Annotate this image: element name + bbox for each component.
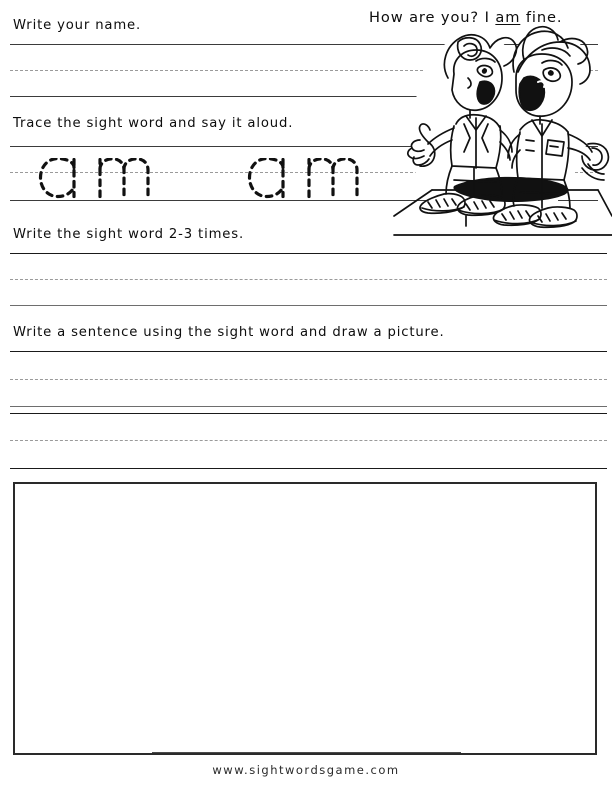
instruction-trace-sight-word: Trace the sight word and say it aloud. (13, 116, 294, 131)
header-sentence-prefix: How are you? I (369, 9, 496, 26)
header-sight-word: am (495, 9, 521, 26)
name-line-bottom (10, 96, 598, 97)
name-line-mid (10, 70, 598, 71)
worksheet-page: How are you? I am fine. Write your name.… (0, 0, 612, 792)
trace-word-am-2 (247, 158, 367, 204)
footer-divider (152, 752, 461, 753)
header-sentence-suffix: fine. (520, 9, 563, 26)
sentence-g1-line-bottom (10, 406, 607, 407)
header-example-sentence: How are you? I am fine. (369, 9, 562, 26)
practice-line-top (10, 253, 607, 254)
instruction-write-sentence: Write a sentence using the sight word an… (13, 325, 445, 340)
trace-word-am-1 (38, 158, 158, 204)
sentence-g1-line-top (10, 351, 607, 352)
sentence-g2-line-top (10, 413, 607, 414)
instruction-write-your-name: Write your name. (13, 18, 142, 33)
illustration-two-kids-talking (392, 20, 612, 245)
practice-line-mid (10, 279, 607, 280)
sentence-g2-line-mid (10, 440, 607, 441)
sentence-g1-line-mid (10, 379, 607, 380)
name-line-top (10, 44, 598, 45)
footer-website: www.sightwordsgame.com (212, 763, 400, 777)
trace-line-top (10, 146, 598, 147)
sentence-g2-line-bottom (10, 468, 607, 469)
drawing-box[interactable] (13, 482, 597, 755)
practice-line-bottom (10, 305, 607, 306)
instruction-write-2-3-times: Write the sight word 2-3 times. (13, 227, 245, 242)
